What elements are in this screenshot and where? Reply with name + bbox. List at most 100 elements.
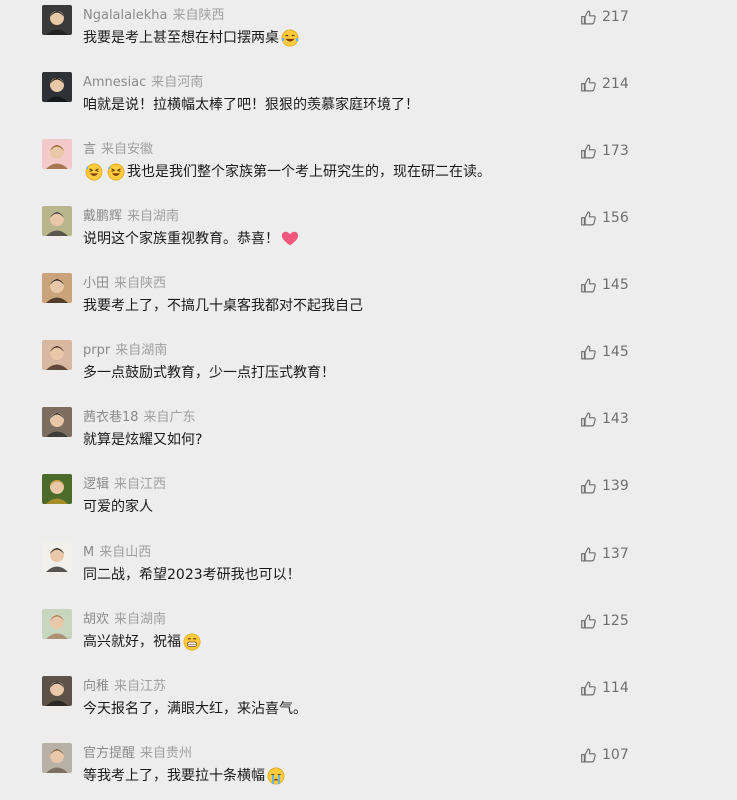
laugh-cry-emoji xyxy=(281,29,299,47)
location-label: 来自江西 xyxy=(114,477,167,492)
comment-item: Amnesiac 来自河南咱就是说！拉横幅太棒了吧！狠狠的羡慕家庭环境了！ 214 xyxy=(0,72,737,139)
comment-meta: Amnesiac 来自河南 xyxy=(83,74,203,92)
avatar[interactable] xyxy=(42,340,72,370)
comment-item: 向稚 来自江苏今天报名了，满眼大红，来沾喜气。 114 xyxy=(0,676,737,743)
like-button[interactable]: 107 xyxy=(580,745,629,765)
like-count: 156 xyxy=(602,210,629,226)
comment-text: 我也是我们整个家族第一个考上研究生的，现在研二在读。 xyxy=(83,162,491,182)
avatar[interactable] xyxy=(42,542,72,572)
comment-text-before: 同二战，希望2023考研我也可以！ xyxy=(83,567,301,583)
thumbs-up-icon xyxy=(580,680,597,697)
nickname[interactable]: 向稚 xyxy=(83,679,109,694)
comment-text: 等我考上了，我要拉十条横幅 xyxy=(83,766,287,786)
like-button[interactable]: 214 xyxy=(580,74,629,94)
like-button[interactable]: 173 xyxy=(580,141,629,161)
comment-item: 小田 来自陕西我要考上了，不搞几十桌客我都对不起我自己 145 xyxy=(0,273,737,340)
location-label: 来自江苏 xyxy=(114,679,167,694)
comment-text-before: 高兴就好，祝福 xyxy=(83,634,181,650)
location-label: 来自贵州 xyxy=(140,746,193,761)
like-count: 137 xyxy=(602,546,629,562)
like-button[interactable]: 125 xyxy=(580,611,629,631)
like-button[interactable]: 145 xyxy=(580,275,629,295)
comment-text-before: 就算是炫耀又如何? xyxy=(83,432,203,448)
avatar[interactable] xyxy=(42,474,72,504)
comment-meta: Ngalalalekha 来自陕西 xyxy=(83,7,224,25)
like-button[interactable]: 137 xyxy=(580,544,629,564)
cry-emoji xyxy=(267,767,285,785)
avatar[interactable] xyxy=(42,72,72,102)
nickname[interactable]: 逻辑 xyxy=(83,477,109,492)
avatar[interactable] xyxy=(42,139,72,169)
location-label: 来自山西 xyxy=(99,545,152,560)
nickname[interactable]: 小田 xyxy=(83,276,109,291)
like-count: 214 xyxy=(602,76,629,92)
avatar[interactable] xyxy=(42,407,72,437)
rofl-emoji xyxy=(107,163,125,181)
like-count: 145 xyxy=(602,344,629,360)
nickname[interactable]: 茜衣巷18 xyxy=(83,410,139,425)
comment-meta: 小田 来自陕西 xyxy=(83,275,166,293)
nickname[interactable]: Ngalalalekha xyxy=(83,8,167,23)
comment-meta: M 来自山西 xyxy=(83,544,151,562)
location-label: 来自陕西 xyxy=(172,8,225,23)
comment-item: 戴鹏辉 来自湖南说明这个家族重视教育。恭喜！ 156 xyxy=(0,206,737,273)
like-button[interactable]: 156 xyxy=(580,208,629,228)
comment-text: 今天报名了，满眼大红，来沾喜气。 xyxy=(83,699,307,719)
avatar[interactable] xyxy=(42,676,72,706)
thumbs-up-icon xyxy=(580,143,597,160)
comment-meta: 言来自安徽 xyxy=(83,141,153,159)
thumbs-up-icon xyxy=(580,210,597,227)
location-label: 来自湖南 xyxy=(127,209,180,224)
comment-list: Ngalalalekha 来自陕西 我要是考上甚至想在村口摆两桌 217 Amnesia… xyxy=(0,0,737,800)
avatar[interactable] xyxy=(42,5,72,35)
like-count: 114 xyxy=(602,680,629,696)
location-label: 来自广东 xyxy=(143,410,196,425)
like-count: 125 xyxy=(602,613,629,629)
comment-text: 就算是炫耀又如何? xyxy=(83,430,202,450)
thumbs-up-icon xyxy=(580,76,597,93)
comment-text-before: 可爱的家人 xyxy=(83,499,153,515)
thumbs-up-icon xyxy=(580,546,597,563)
comment-text: 高兴就好，祝福 xyxy=(83,632,203,652)
comment-text: 说明这个家族重视教育。恭喜！ xyxy=(83,229,301,249)
avatar[interactable] xyxy=(42,206,72,236)
like-count: 143 xyxy=(602,411,629,427)
like-button[interactable]: 143 xyxy=(580,409,629,429)
comment-meta: 茜衣巷18 来自广东 xyxy=(83,409,196,427)
heart-emoji xyxy=(281,230,299,248)
avatar[interactable] xyxy=(42,273,72,303)
nickname[interactable]: prpr xyxy=(83,343,110,358)
comment-text-before: 多一点鼓励式教育，少一点打压式教育！ xyxy=(83,365,335,381)
location-label: 来自安徽 xyxy=(101,142,154,157)
thumbs-up-icon xyxy=(580,478,597,495)
nickname[interactable]: 戴鹏辉 xyxy=(83,209,122,224)
comment-text-before: 说明这个家族重视教育。恭喜！ xyxy=(83,231,279,247)
comment-text-before: 今天报名了，满眼大红，来沾喜气。 xyxy=(83,701,307,717)
nickname[interactable]: M xyxy=(83,545,94,560)
avatar[interactable] xyxy=(42,743,72,773)
comment-text-before: 我要是考上甚至想在村口摆两桌 xyxy=(83,30,279,46)
location-label: 来自陕西 xyxy=(114,276,167,291)
like-count: 217 xyxy=(602,9,629,25)
like-button[interactable]: 145 xyxy=(580,342,629,362)
comment-text-before: 咱就是说！拉横幅太棒了吧！狠狠的羡慕家庭环境了！ xyxy=(83,97,419,113)
nickname[interactable]: 言 xyxy=(83,142,96,157)
comment-item: 官方提醒 来自贵州等我考上了，我要拉十条横幅 107 xyxy=(0,743,737,800)
like-button[interactable]: 217 xyxy=(580,7,629,27)
like-button[interactable]: 139 xyxy=(580,476,629,496)
comment-text: 多一点鼓励式教育，少一点打压式教育！ xyxy=(83,363,335,383)
comment-item: 胡欢 来自湖南 高兴就好，祝福 125 xyxy=(0,609,737,676)
nickname[interactable]: 胡欢 xyxy=(83,612,109,627)
nickname[interactable]: 官方提醒 xyxy=(83,746,135,761)
avatar[interactable] xyxy=(42,609,72,639)
thumbs-up-icon xyxy=(580,747,597,764)
location-label: 来自河南 xyxy=(151,75,204,90)
nickname[interactable]: Amnesiac xyxy=(83,75,146,90)
comment-item: 茜衣巷18 来自广东就算是炫耀又如何? 143 xyxy=(0,407,737,474)
like-button[interactable]: 114 xyxy=(580,678,629,698)
thumbs-up-icon xyxy=(580,613,597,630)
grin-emoji xyxy=(183,633,201,651)
comment-text-before: 我要考上了，不搞几十桌客我都对不起我自己 xyxy=(83,298,363,314)
like-count: 173 xyxy=(602,143,629,159)
like-count: 107 xyxy=(602,747,629,763)
